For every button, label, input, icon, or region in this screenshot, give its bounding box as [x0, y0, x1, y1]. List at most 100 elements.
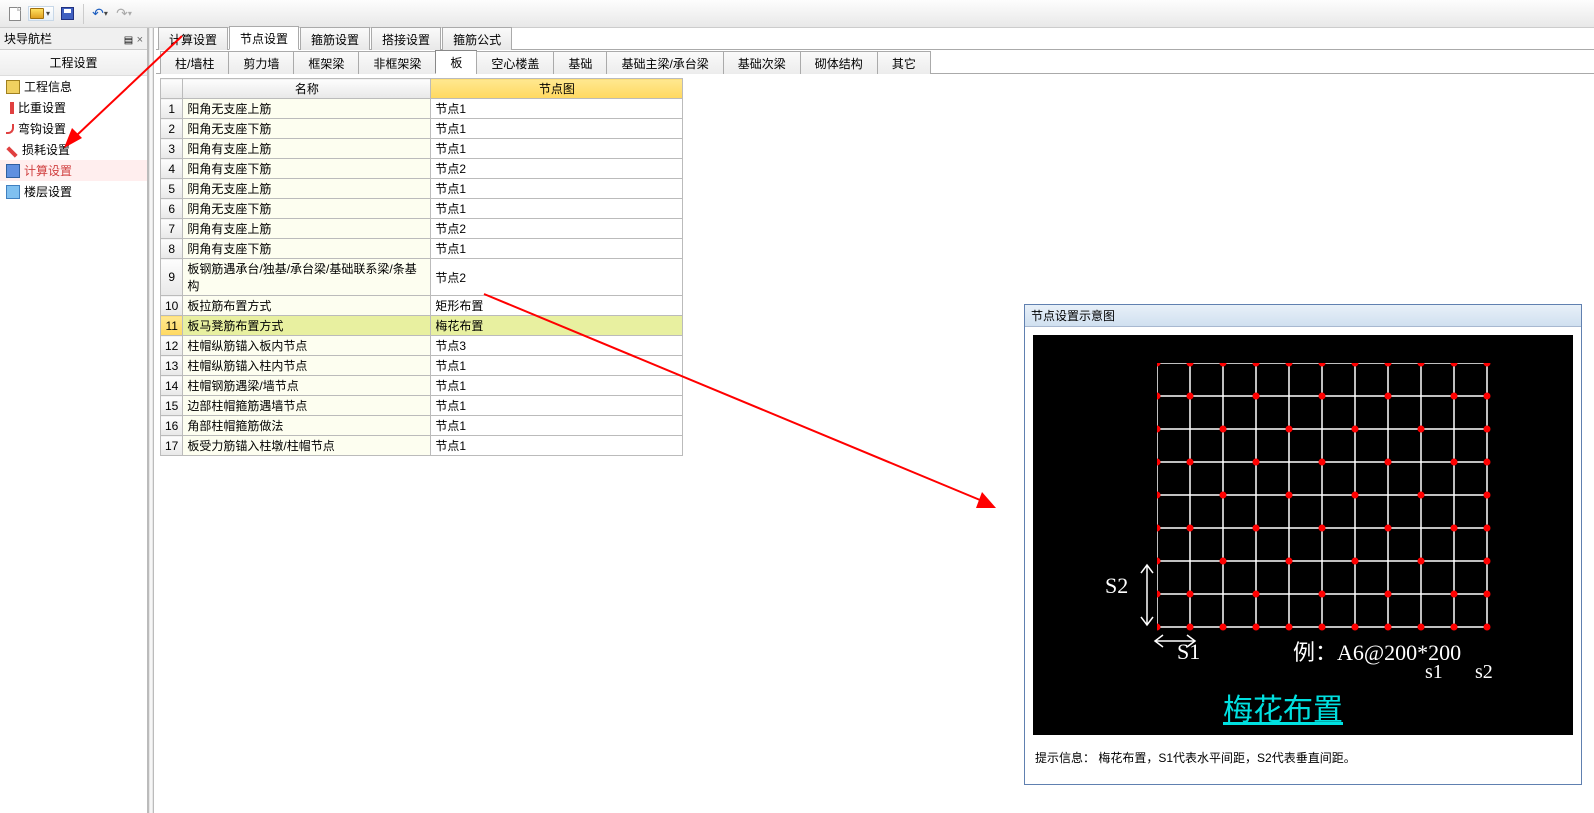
row-node[interactable]: 节点1 [431, 119, 683, 139]
row-node[interactable]: 节点1 [431, 139, 683, 159]
sidebar-item-label: 比重设置 [18, 99, 66, 116]
subtab-砌体结构[interactable]: 砌体结构 [800, 51, 878, 74]
subtab-基础[interactable]: 基础 [553, 51, 607, 74]
col-header[interactable] [161, 79, 183, 99]
row-name: 边部柱帽箍筋遇墙节点 [183, 396, 431, 416]
undo-button[interactable]: ↶▾ [89, 3, 111, 25]
nav-tree: 工程信息比重设置弯钩设置损耗设置计算设置楼层设置 [0, 76, 147, 202]
row-number: 16 [161, 416, 183, 436]
table-row[interactable]: 10板拉筋布置方式矩形布置 [161, 296, 683, 316]
col-header[interactable]: 名称 [183, 79, 431, 99]
diagram-svg [1157, 363, 1527, 663]
category-tabs: 柱/墙柱剪力墙框架梁非框架梁板空心楼盖基础基础主梁/承台梁基础次梁砌体结构其它 [156, 50, 1594, 74]
sidebar-item-比重设置[interactable]: 比重设置 [0, 97, 147, 118]
close-icon[interactable]: × [137, 34, 143, 46]
table-row[interactable]: 3阳角有支座上筋节点1 [161, 139, 683, 159]
row-number: 14 [161, 376, 183, 396]
row-number: 8 [161, 239, 183, 259]
table-row[interactable]: 14柱帽钢筋遇梁/墙节点节点1 [161, 376, 683, 396]
ti-calc-icon [6, 164, 20, 178]
col-header[interactable]: 节点图 [431, 79, 683, 99]
table-row[interactable]: 11板马凳筋布置方式梅花布置 [161, 316, 683, 336]
row-node[interactable]: 梅花布置 [431, 316, 683, 336]
row-number: 7 [161, 219, 183, 239]
sidebar-item-损耗设置[interactable]: 损耗设置 [0, 139, 147, 160]
row-number: 3 [161, 139, 183, 159]
subtab-基础主梁/承台梁[interactable]: 基础主梁/承台梁 [606, 51, 723, 74]
preview-hint: 提示信息： 梅花布置，S1代表水平间距，S2代表垂直间距。 [1025, 743, 1581, 784]
subtab-剪力墙[interactable]: 剪力墙 [228, 51, 294, 74]
sidebar-item-label: 计算设置 [24, 162, 72, 179]
table-row[interactable]: 17板受力筋锚入柱墩/柱帽节点节点1 [161, 436, 683, 456]
row-number: 15 [161, 396, 183, 416]
redo-button[interactable]: ↷▾ [113, 3, 135, 25]
table-row[interactable]: 15边部柱帽箍筋遇墙节点节点1 [161, 396, 683, 416]
sidebar-item-楼层设置[interactable]: 楼层设置 [0, 181, 147, 202]
row-number: 10 [161, 296, 183, 316]
subtab-非框架梁[interactable]: 非框架梁 [358, 51, 436, 74]
tab-箍筋公式[interactable]: 箍筋公式 [442, 27, 512, 50]
row-node[interactable]: 节点1 [431, 199, 683, 219]
table-row[interactable]: 6阴角无支座下筋节点1 [161, 199, 683, 219]
ti-loss-icon [6, 146, 17, 157]
table-row[interactable]: 9板钢筋遇承台/独基/承台梁/基础联系梁/条基构节点2 [161, 259, 683, 296]
s2-label: S2 [1105, 573, 1128, 599]
s1-low-label: s1 [1425, 661, 1443, 684]
s1-dimension [1151, 631, 1211, 651]
row-name: 板钢筋遇承台/独基/承台梁/基础联系梁/条基构 [183, 259, 431, 296]
row-node[interactable]: 节点1 [431, 376, 683, 396]
row-name: 板受力筋锚入柱墩/柱帽节点 [183, 436, 431, 456]
row-node[interactable]: 节点1 [431, 179, 683, 199]
row-name: 板马凳筋布置方式 [183, 316, 431, 336]
subtab-基础次梁[interactable]: 基础次梁 [723, 51, 801, 74]
s2-dimension [1137, 561, 1157, 629]
row-node[interactable]: 节点1 [431, 396, 683, 416]
subtab-空心楼盖[interactable]: 空心楼盖 [476, 51, 554, 74]
preview-panel: 节点设置示意图 S2 S1 例：A6@200*200 s1 s2 梅花布置 提示… [1024, 304, 1582, 785]
row-node[interactable]: 节点2 [431, 159, 683, 179]
row-node[interactable]: 矩形布置 [431, 296, 683, 316]
sidebar-item-计算设置[interactable]: 计算设置 [0, 160, 147, 181]
tab-节点设置[interactable]: 节点设置 [229, 26, 299, 50]
row-name: 阳角有支座上筋 [183, 139, 431, 159]
row-node[interactable]: 节点1 [431, 99, 683, 119]
save-button[interactable] [56, 3, 78, 25]
subtab-柱/墙柱[interactable]: 柱/墙柱 [160, 51, 229, 74]
table-row[interactable]: 5阴角无支座上筋节点1 [161, 179, 683, 199]
row-node[interactable]: 节点1 [431, 239, 683, 259]
new-button[interactable] [4, 3, 26, 25]
pin-icon[interactable]: ▤ [124, 35, 133, 46]
row-node[interactable]: 节点2 [431, 259, 683, 296]
row-number: 13 [161, 356, 183, 376]
row-node[interactable]: 节点1 [431, 436, 683, 456]
table-row[interactable]: 12柱帽纵筋锚入板内节点节点3 [161, 336, 683, 356]
sidebar-item-label: 损耗设置 [22, 141, 70, 158]
table-row[interactable]: 16角部柱帽箍筋做法节点1 [161, 416, 683, 436]
row-name: 阳角无支座下筋 [183, 119, 431, 139]
sidebar-item-工程信息[interactable]: 工程信息 [0, 76, 147, 97]
sidebar-item-label: 弯钩设置 [18, 120, 66, 137]
row-node[interactable]: 节点2 [431, 219, 683, 239]
table-row[interactable]: 4阳角有支座下筋节点2 [161, 159, 683, 179]
table-row[interactable]: 2阳角无支座下筋节点1 [161, 119, 683, 139]
row-node[interactable]: 节点3 [431, 336, 683, 356]
table-row[interactable]: 8阴角有支座下筋节点1 [161, 239, 683, 259]
sidebar-item-弯钩设置[interactable]: 弯钩设置 [0, 118, 147, 139]
table-row[interactable]: 13柱帽纵筋锚入柱内节点节点1 [161, 356, 683, 376]
tab-计算设置[interactable]: 计算设置 [158, 27, 228, 50]
ti-floor-icon [6, 185, 20, 199]
open-button[interactable]: ▾ [28, 6, 54, 21]
tab-箍筋设置[interactable]: 箍筋设置 [300, 27, 370, 50]
preview-canvas: S2 S1 例：A6@200*200 s1 s2 梅花布置 [1033, 335, 1573, 735]
tab-搭接设置[interactable]: 搭接设置 [371, 27, 441, 50]
table-row[interactable]: 1阳角无支座上筋节点1 [161, 99, 683, 119]
row-number: 4 [161, 159, 183, 179]
row-node[interactable]: 节点1 [431, 416, 683, 436]
row-number: 17 [161, 436, 183, 456]
row-node[interactable]: 节点1 [431, 356, 683, 376]
subtab-板[interactable]: 板 [435, 50, 477, 74]
nav-section-header: 工程设置 [0, 50, 147, 76]
table-row[interactable]: 7阴角有支座上筋节点2 [161, 219, 683, 239]
subtab-其它[interactable]: 其它 [877, 51, 931, 74]
subtab-框架梁[interactable]: 框架梁 [293, 51, 359, 74]
